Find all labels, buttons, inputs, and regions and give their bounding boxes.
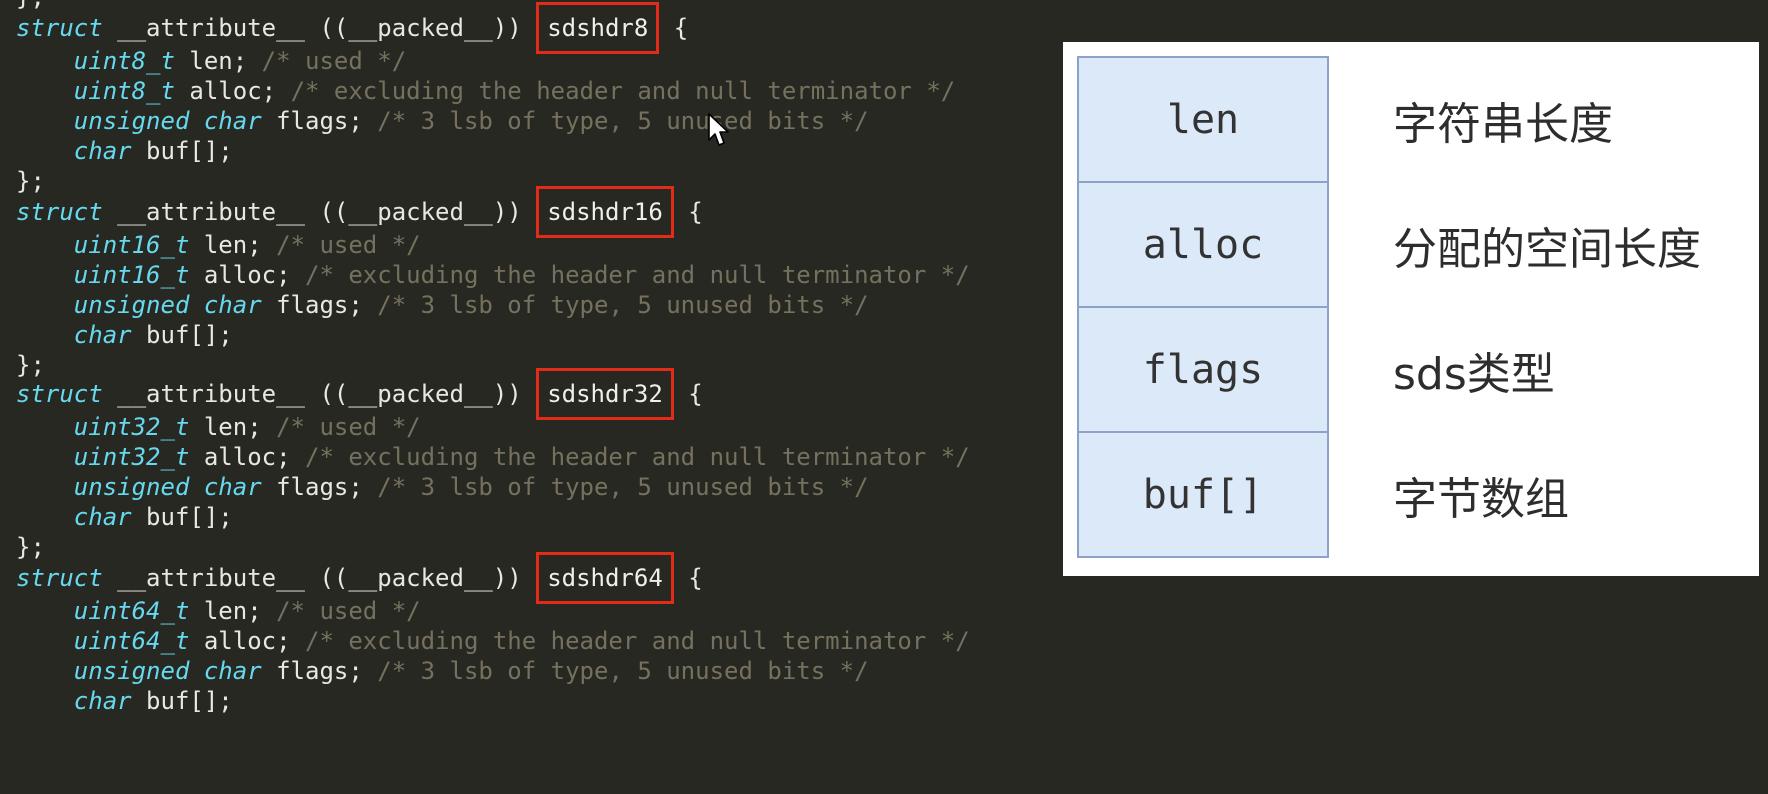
type-name: uint8_t	[73, 77, 175, 105]
type-name: uint16_t	[73, 231, 190, 259]
code-comment: /* used */	[276, 597, 421, 625]
field-description-len: 字符串长度	[1393, 98, 1613, 150]
highlighted-struct-name: sdshdr8	[536, 2, 660, 54]
code-comment: /* used */	[261, 47, 407, 75]
type-name: uint32_t	[73, 413, 190, 441]
type-name: uint16_t	[73, 261, 190, 289]
struct-declaration-sdshdr64: struct __attribute__ ((__packed__)) sdsh…	[16, 552, 703, 604]
keyword-struct: struct	[16, 14, 103, 42]
attribute-text: __attribute__ ((__packed__))	[117, 14, 522, 42]
field-line-buf: char buf[];	[73, 321, 233, 349]
field-line-len: uint32_t len; /* used */	[73, 413, 421, 441]
code-comment: /* excluding the header and null termina…	[305, 627, 970, 655]
highlighted-struct-name: sdshdr32	[536, 368, 674, 420]
field-description-buf: 字节数组	[1393, 473, 1569, 525]
field-line-buf: char buf[];	[73, 137, 233, 165]
code-comment: /* excluding the header and null termina…	[305, 261, 970, 289]
field-line-alloc: uint32_t alloc; /* excluding the header …	[73, 443, 970, 471]
attribute-text: __attribute__ ((__packed__))	[117, 198, 522, 226]
field-line-len: uint16_t len; /* used */	[73, 231, 421, 259]
code-comment: /* used */	[276, 413, 421, 441]
attribute-text: __attribute__ ((__packed__))	[117, 380, 522, 408]
code-comment: /* 3 lsb of type, 5 unused bits */	[377, 473, 869, 501]
field-line-flags: unsigned char flags; /* 3 lsb of type, 5…	[73, 291, 869, 319]
field-line-buf: char buf[];	[73, 503, 233, 531]
field-line-len: uint8_t len; /* used */	[73, 47, 407, 75]
field-line-alloc: uint64_t alloc; /* excluding the header …	[73, 627, 970, 655]
field-line-alloc: uint16_t alloc; /* excluding the header …	[73, 261, 970, 289]
code-comment: /* used */	[276, 231, 421, 259]
struct-close: };	[16, 167, 45, 195]
type-name: uint8_t	[73, 47, 175, 75]
field-cell-flags: flags	[1077, 306, 1329, 433]
code-comment: /* 3 lsb of type, 5 unused bits */	[377, 657, 869, 685]
code-comment: /* excluding the header and null termina…	[290, 77, 956, 105]
type-name: uint32_t	[73, 443, 190, 471]
struct-declaration-sdshdr32: struct __attribute__ ((__packed__)) sdsh…	[16, 368, 703, 420]
highlighted-struct-name: sdshdr16	[536, 186, 674, 238]
field-line-len: uint64_t len; /* used */	[73, 597, 421, 625]
struct-declaration-sdshdr8: struct __attribute__ ((__packed__)) sdsh…	[16, 2, 688, 54]
field-line-flags: unsigned char flags; /* 3 lsb of type, 5…	[73, 473, 869, 501]
attribute-text: __attribute__ ((__packed__))	[117, 564, 522, 592]
type-name: uint64_t	[73, 597, 190, 625]
mouse-pointer-icon	[708, 113, 729, 146]
field-line-buf: char buf[];	[73, 687, 233, 715]
field-description-flags: sds类型	[1393, 348, 1555, 400]
code-comment: /* excluding the header and null termina…	[305, 443, 970, 471]
code-editor[interactable]: }; struct __attribute__ ((__packed__)) s…	[0, 0, 1050, 794]
field-cell-buf: buf[]	[1077, 431, 1329, 558]
field-cell-alloc: alloc	[1077, 181, 1329, 308]
field-cell-len: len	[1077, 56, 1329, 183]
keyword-struct: struct	[16, 198, 103, 226]
type-name: uint64_t	[73, 627, 190, 655]
struct-declaration-sdshdr16: struct __attribute__ ((__packed__)) sdsh…	[16, 186, 703, 238]
code-comment: /* 3 lsb of type, 5 unused bits */	[377, 291, 869, 319]
field-description-alloc: 分配的空间长度	[1393, 223, 1701, 275]
field-line-alloc: uint8_t alloc; /* excluding the header a…	[73, 77, 956, 105]
field-line-flags: unsigned char flags; /* 3 lsb of type, 5…	[73, 107, 869, 135]
code-comment: /* 3 lsb of type, 5 unused bits */	[377, 107, 869, 135]
keyword-struct: struct	[16, 564, 103, 592]
struct-close: };	[16, 533, 45, 561]
highlighted-struct-name: sdshdr64	[536, 552, 674, 604]
keyword-struct: struct	[16, 380, 103, 408]
field-line-flags: unsigned char flags; /* 3 lsb of type, 5…	[73, 657, 869, 685]
sds-structure-diagram: len 字符串长度 alloc 分配的空间长度 flags sds类型 buf[…	[1063, 42, 1759, 576]
